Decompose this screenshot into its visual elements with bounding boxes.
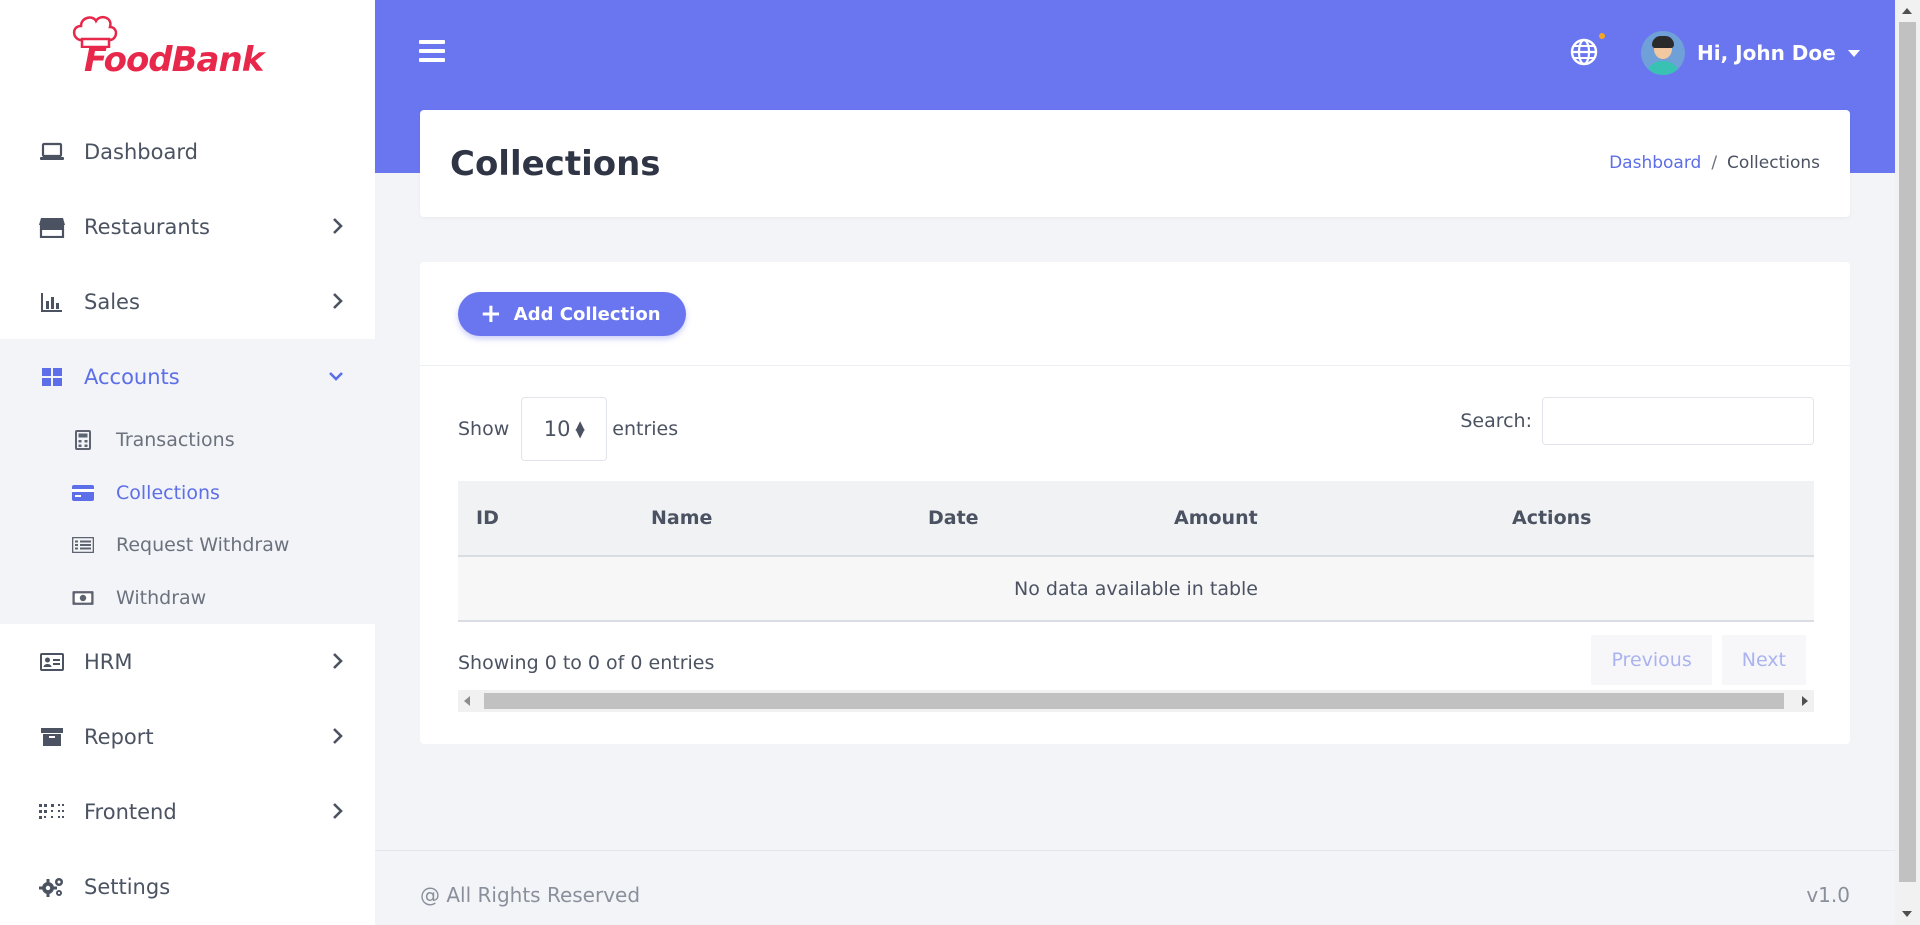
archive-icon bbox=[38, 725, 66, 749]
sidebar-item-report[interactable]: Report bbox=[0, 699, 375, 774]
entries-select-value: 10 bbox=[543, 417, 571, 441]
list-icon bbox=[72, 535, 94, 555]
card-toolbar: + Add Collection bbox=[420, 262, 1850, 366]
caret-down-icon bbox=[1847, 49, 1860, 57]
sidebar-subitem-label: Withdraw bbox=[116, 586, 207, 609]
id-card-icon bbox=[38, 650, 66, 674]
plus-icon: + bbox=[480, 299, 502, 329]
sidebar-item-hrm[interactable]: HRM bbox=[0, 624, 375, 699]
breadcrumb-dashboard-link[interactable]: Dashboard bbox=[1609, 153, 1701, 173]
sidebar-item-label: Frontend bbox=[84, 799, 177, 824]
sidebar-item-label: Accounts bbox=[84, 364, 180, 389]
scroll-left-icon[interactable] bbox=[464, 696, 470, 706]
sidebar-item-sales[interactable]: Sales bbox=[0, 264, 375, 339]
collections-card: + Add Collection Show 10 ▲ ▼ entries Sear… bbox=[420, 262, 1850, 744]
next-page-button[interactable]: Next bbox=[1721, 635, 1806, 685]
sidebar-subitem-label: Collections bbox=[116, 481, 220, 504]
column-header-actions[interactable]: Actions bbox=[1494, 481, 1814, 556]
column-header-amount[interactable]: Amount bbox=[1156, 481, 1494, 556]
scroll-thumb[interactable] bbox=[1899, 22, 1916, 882]
user-menu[interactable]: Hi, John Doe bbox=[1641, 30, 1860, 76]
sidebar-subitem-transactions[interactable]: Transactions bbox=[0, 414, 375, 467]
accounts-group: Accounts Transactions Collections Reques… bbox=[0, 339, 375, 624]
scroll-thumb[interactable] bbox=[484, 693, 1784, 709]
sidebar-item-settings[interactable]: Settings bbox=[0, 849, 375, 924]
chevron-right-icon bbox=[333, 293, 343, 309]
credit-card-icon bbox=[72, 483, 94, 503]
chevron-right-icon bbox=[333, 653, 343, 669]
store-icon bbox=[38, 215, 66, 239]
menu-toggle-icon[interactable] bbox=[419, 40, 445, 64]
user-greeting: Hi, John Doe bbox=[1697, 41, 1836, 65]
avatar bbox=[1641, 31, 1685, 75]
logo-text: FoodBank bbox=[84, 40, 264, 80]
column-header-date[interactable]: Date bbox=[910, 481, 1156, 556]
sidebar-item-restaurants[interactable]: Restaurants bbox=[0, 189, 375, 264]
sidebar-item-label: Restaurants bbox=[84, 214, 210, 239]
horizontal-scrollbar[interactable] bbox=[458, 690, 1814, 712]
entries-length-control: Show 10 ▲ ▼ entries bbox=[458, 397, 678, 461]
sort-arrows-icon: ▲ ▼ bbox=[575, 418, 585, 440]
laptop-icon bbox=[38, 140, 66, 164]
sidebar-item-label: Sales bbox=[84, 289, 140, 314]
show-label: Show bbox=[458, 418, 510, 440]
sidebar-subitem-request-withdraw[interactable]: Request Withdraw bbox=[0, 519, 375, 572]
sidebar-nav: Dashboard Restaurants Sales Accounts Tra… bbox=[0, 114, 375, 924]
breadcrumb-separator: / bbox=[1711, 153, 1718, 173]
calculator-icon bbox=[72, 430, 94, 451]
table-header-row: ID Name Date Amount Actions bbox=[458, 481, 1814, 556]
breadcrumb: Dashboard / Collections bbox=[1609, 153, 1820, 173]
chevron-down-icon bbox=[329, 372, 343, 381]
sidebar-item-label: HRM bbox=[84, 649, 133, 674]
table-info: Showing 0 to 0 of 0 entries bbox=[458, 652, 715, 674]
sidebar-subitem-collections[interactable]: Collections bbox=[0, 467, 375, 520]
sidebar-item-label: Report bbox=[84, 724, 154, 749]
notification-dot bbox=[1599, 33, 1605, 39]
gears-icon bbox=[38, 875, 66, 899]
version-text: v1.0 bbox=[1806, 883, 1850, 907]
breadcrumb-current: Collections bbox=[1727, 153, 1820, 173]
dots-icon bbox=[38, 800, 66, 824]
bar-chart-icon bbox=[38, 290, 66, 314]
page-header: Collections Dashboard / Collections bbox=[420, 110, 1850, 217]
table-row: No data available in table bbox=[458, 556, 1814, 621]
entries-label: entries bbox=[612, 418, 679, 440]
chevron-right-icon bbox=[333, 803, 343, 819]
previous-page-button[interactable]: Previous bbox=[1591, 635, 1712, 685]
sidebar-subitem-label: Request Withdraw bbox=[116, 534, 290, 557]
scroll-right-icon[interactable] bbox=[1802, 696, 1808, 706]
chevron-right-icon bbox=[333, 728, 343, 744]
column-header-name[interactable]: Name bbox=[633, 481, 910, 556]
globe-icon[interactable] bbox=[1570, 38, 1598, 66]
foodbank-logo[interactable]: FoodBank bbox=[72, 12, 292, 86]
footer: @ All Rights Reserved v1.0 bbox=[375, 850, 1895, 925]
page-title: Collections bbox=[450, 144, 661, 184]
sidebar-item-label: Settings bbox=[84, 874, 171, 899]
vertical-scrollbar[interactable] bbox=[1895, 0, 1920, 925]
add-collection-button[interactable]: + Add Collection bbox=[458, 292, 686, 336]
empty-table-message: No data available in table bbox=[1014, 577, 1258, 600]
sidebar: FoodBank Dashboard Restaurants Sales Acc… bbox=[0, 0, 375, 925]
search-input[interactable] bbox=[1542, 397, 1814, 445]
sidebar-subitem-label: Transactions bbox=[116, 429, 235, 452]
table-search: Search: bbox=[1460, 397, 1814, 445]
sidebar-item-frontend[interactable]: Frontend bbox=[0, 774, 375, 849]
sidebar-item-label: Dashboard bbox=[84, 139, 198, 164]
pagination: Previous Next bbox=[1581, 635, 1806, 685]
sidebar-item-accounts[interactable]: Accounts bbox=[0, 339, 375, 414]
column-header-id[interactable]: ID bbox=[458, 481, 633, 556]
search-label: Search: bbox=[1460, 410, 1532, 432]
chevron-right-icon bbox=[333, 218, 343, 234]
grid-icon bbox=[38, 365, 66, 389]
scroll-up-icon[interactable] bbox=[1902, 8, 1912, 14]
sidebar-subitem-withdraw[interactable]: Withdraw bbox=[0, 572, 375, 625]
collections-table: ID Name Date Amount Actions No data avai… bbox=[458, 481, 1814, 622]
add-collection-label: Add Collection bbox=[513, 303, 661, 325]
copyright-text: @ All Rights Reserved bbox=[420, 883, 641, 907]
entries-select[interactable]: 10 ▲ ▼ bbox=[521, 397, 608, 461]
sidebar-item-dashboard[interactable]: Dashboard bbox=[0, 114, 375, 189]
money-bill-icon bbox=[72, 588, 94, 608]
scroll-down-icon[interactable] bbox=[1902, 911, 1912, 917]
